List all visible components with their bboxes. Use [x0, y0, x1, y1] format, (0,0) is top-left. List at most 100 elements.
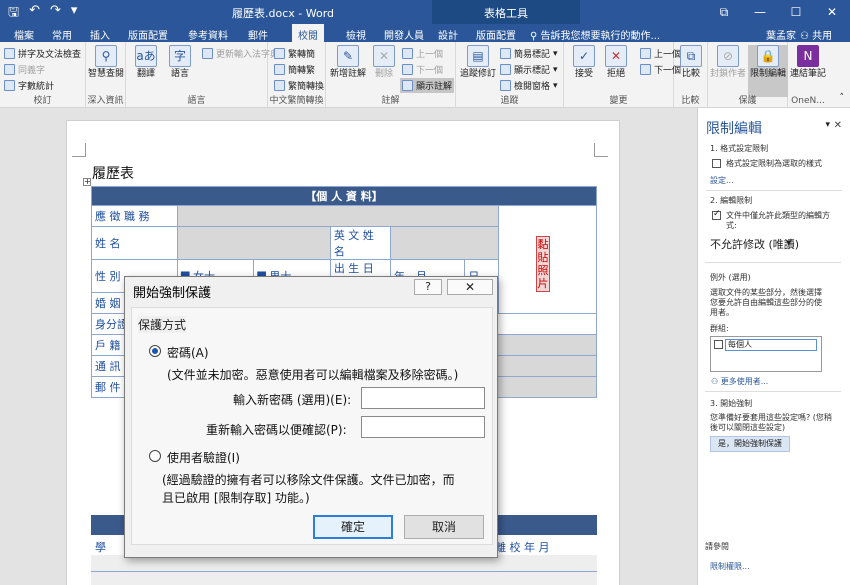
share-button[interactable]: ⚇ 共用: [800, 27, 832, 42]
trad-to-simp-button[interactable]: 繁轉簡: [274, 47, 315, 60]
smart-lookup-label: 智慧查閱: [87, 69, 124, 79]
spelling-grammar-button[interactable]: 拼字及文法檢查: [4, 47, 81, 60]
tab-file[interactable]: 檔案: [8, 26, 40, 43]
cell-position[interactable]: [177, 205, 499, 227]
reject-icon: ✕: [605, 45, 627, 67]
tab-design[interactable]: 版面配置: [122, 26, 174, 43]
redo-icon[interactable]: ↷: [50, 3, 61, 25]
pane-title: 限制編輯: [706, 121, 762, 137]
formatting-checkbox[interactable]: [712, 159, 721, 168]
undo-icon[interactable]: ↶: [29, 3, 40, 25]
accept-icon: ✓: [573, 45, 595, 67]
document-title[interactable]: 履歷表: [92, 163, 134, 183]
ok-button[interactable]: 確定: [313, 515, 393, 539]
education-row[interactable]: [91, 572, 597, 585]
tab-table-design[interactable]: 設計: [432, 26, 464, 43]
chinese-conversion-label: 繁簡轉換: [288, 82, 325, 92]
group-label-insights: 深入資訊: [87, 96, 124, 106]
label-position[interactable]: 應 徵 職 務: [91, 205, 178, 227]
linked-notes-button[interactable]: N 連結筆記: [788, 45, 828, 79]
new-comment-button[interactable]: ✎ 新增註解: [328, 45, 368, 79]
exceptions-heading: 例外 (選用): [710, 273, 751, 282]
password-option-label[interactable]: 密碼(A): [167, 344, 209, 361]
label-english-name[interactable]: 英 文 姓 名: [329, 226, 391, 260]
tab-review[interactable]: 校閱: [292, 24, 324, 42]
delete-comment-button[interactable]: ✕ 刪除: [364, 45, 404, 79]
table-header[interactable]: 【個 人 資 料】: [91, 186, 597, 206]
save-icon[interactable]: 🖫: [8, 3, 19, 25]
restrict-permission-link[interactable]: 限制權限...: [710, 561, 750, 572]
new-password-input[interactable]: [361, 387, 485, 409]
photo-placeholder[interactable]: 黏貼照片: [536, 236, 550, 292]
tab-view[interactable]: 檢視: [340, 26, 372, 43]
prev-comment-button[interactable]: 上一個: [402, 47, 443, 60]
ribbon-tabs: 檔案 常用 插入 版面配置 參考資料 郵件 校閱 檢視 開發人員 設計 版面配置…: [0, 24, 850, 42]
cell-english-name[interactable]: [389, 226, 500, 260]
show-markup-button[interactable]: 顯示標記 ▾: [500, 63, 558, 76]
user-auth-description-1: (經過驗證的擁有者可以移除文件保護。文件已加密，而: [162, 473, 455, 487]
track-changes-label: 追蹤修訂: [459, 69, 496, 79]
pane-options-icon[interactable]: ▾: [825, 120, 830, 130]
compare-button[interactable]: ⧉ 比較: [671, 45, 711, 79]
everyone-checkbox[interactable]: [714, 340, 723, 349]
thesaurus-icon: [4, 64, 15, 75]
restrict-editing-label: 限制編輯: [749, 69, 786, 79]
user-auth-option-label[interactable]: 使用者驗證(I): [167, 449, 240, 466]
next-comment-button[interactable]: 下一個: [402, 63, 443, 76]
reviewing-pane-button[interactable]: 檢閱窗格 ▾: [500, 79, 558, 92]
settings-link[interactable]: 設定...: [710, 176, 734, 186]
show-comments-button[interactable]: 顯示註解: [400, 78, 455, 93]
markup-dropdown[interactable]: 簡易標記 ▾: [500, 47, 558, 60]
exceptions-description: 選取文件的某些部分，然後選擇 您要允許自由編輯這些部分的使 用者。: [710, 288, 822, 318]
confirm-password-input[interactable]: [361, 416, 485, 438]
customize-icon[interactable]: ▾: [71, 3, 78, 25]
user-auth-radio[interactable]: [149, 450, 161, 462]
cancel-button[interactable]: 取消: [404, 515, 484, 539]
help-button[interactable]: ?: [414, 279, 442, 295]
pane-close-button[interactable]: ✕: [834, 120, 842, 131]
compare-icon: ⧉: [680, 45, 702, 67]
chevron-down-icon[interactable]: ▾: [786, 236, 792, 249]
label-school[interactable]: 學: [95, 539, 106, 555]
collapse-ribbon-icon[interactable]: ˄: [840, 93, 845, 103]
restrict-editing-button[interactable]: 🔒 限制編輯: [748, 45, 788, 97]
tell-me-label: 告訴我您想要執行的動作...: [540, 31, 661, 42]
editing-option-label-1[interactable]: 文件中僅允許此類型的編輯方: [726, 211, 830, 221]
tab-home[interactable]: 常用: [46, 26, 78, 43]
more-users-link[interactable]: ⚇ 更多使用者...: [711, 376, 768, 387]
minimize-button[interactable]: —: [742, 0, 778, 24]
tab-mailings[interactable]: 郵件: [242, 26, 274, 43]
tell-me-search[interactable]: ⚲ 告訴我您想要執行的動作...: [530, 27, 660, 42]
close-button[interactable]: ✕: [814, 0, 850, 24]
chinese-conversion-button[interactable]: 繁簡轉換: [274, 79, 324, 92]
cell-name[interactable]: [177, 226, 331, 260]
reject-button[interactable]: ✕ 拒絕: [596, 45, 636, 79]
track-changes-button[interactable]: ▤ 追蹤修訂: [458, 45, 498, 79]
label-name[interactable]: 姓 名: [91, 226, 178, 260]
block-authors-button[interactable]: ⊘ 封鎖作者: [708, 45, 748, 79]
start-enforcing-button[interactable]: 是，開始強制保護: [710, 436, 790, 452]
formatting-option-label[interactable]: 格式設定限制為選取的樣式: [726, 159, 822, 169]
restore-button[interactable]: ☐: [778, 0, 814, 24]
thesaurus-button[interactable]: 同義字: [4, 63, 45, 76]
tab-references[interactable]: 參考資料: [182, 26, 234, 43]
tab-insert[interactable]: 插入: [84, 26, 116, 43]
tab-developer[interactable]: 開發人員: [378, 26, 430, 43]
smart-lookup-button[interactable]: ⚲ 智慧查閱: [86, 45, 126, 79]
simp-to-trad-button[interactable]: 簡轉繁: [274, 63, 315, 76]
word-count-button[interactable]: 字數統計: [4, 79, 54, 92]
label-leave-date[interactable]: 離 校 年 月: [495, 539, 550, 555]
editing-checkbox[interactable]: [712, 209, 721, 220]
tab-table-layout[interactable]: 版面配置: [470, 26, 522, 43]
lock-icon: 🔒: [757, 45, 779, 67]
table-move-handle-icon[interactable]: +: [83, 178, 91, 186]
language-button[interactable]: 字語言: [160, 45, 200, 79]
user-name[interactable]: 葉孟家: [766, 27, 796, 42]
password-radio[interactable]: [149, 345, 161, 357]
group-changes: ✓ 接受 ✕ 拒絕 上一個 下一個 變更: [564, 42, 681, 108]
spelling-icon: [4, 48, 15, 59]
ribbon-options-icon[interactable]: ⧉: [706, 0, 742, 24]
dialog-close-button[interactable]: ✕: [447, 279, 493, 295]
group-item-everyone[interactable]: 每個人: [725, 339, 817, 351]
reviewing-pane-icon: [500, 80, 511, 91]
